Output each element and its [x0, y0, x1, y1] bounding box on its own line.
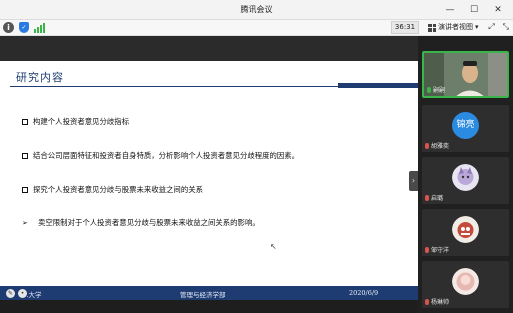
square-bullet-icon: [22, 118, 28, 125]
participant-name: 胡雅奕: [425, 141, 449, 150]
grid-view-icon: [428, 23, 436, 32]
avatar: [452, 216, 479, 243]
bullet-text: 构建个人投资者意见分歧指标: [33, 117, 130, 126]
footer-department: 管理与经济学部: [180, 291, 226, 299]
collapse-panel-handle[interactable]: ›: [409, 171, 418, 191]
arrow-bullet-icon: ➢: [22, 218, 28, 227]
maximize-icon[interactable]: ☐: [463, 2, 485, 18]
participants-panel: 嗣嗣 锦亮 胡雅奕 启璐 邹守洋 杨琳帅: [418, 36, 513, 313]
mic-muted-icon: [425, 142, 429, 149]
window-title: 腾讯会议: [240, 5, 273, 14]
footer-date: 2020/6/9: [349, 289, 379, 297]
slide-title: 研究内容: [16, 71, 64, 84]
shield-icon[interactable]: ✓: [19, 22, 29, 33]
mic-muted-icon: [425, 194, 429, 201]
avatar: 锦亮: [452, 112, 479, 139]
info-icon[interactable]: i: [3, 22, 14, 33]
fullscreen-icon[interactable]: ⤢: [488, 22, 494, 32]
mic-muted-icon: [425, 298, 429, 305]
chevron-down-icon: ▾: [475, 23, 479, 31]
participant-tile[interactable]: 杨琳帅: [422, 261, 509, 308]
exit-fullscreen-icon[interactable]: ⤡: [503, 22, 509, 32]
bullet-item: 构建个人投资者意见分歧指标: [22, 116, 129, 127]
meeting-timer: 36:31: [391, 21, 419, 34]
title-bar: 腾讯会议 — ☐ ✕: [0, 0, 513, 20]
meeting-toolbar: i ✓ 36:31 演讲者视图 ▾ ⤢ ⤡: [0, 20, 513, 36]
slide-footer: …大学 管理与经济学部 2020/6/9: [0, 286, 418, 300]
view-label: 演讲者视图: [438, 23, 473, 31]
participant-video-tile[interactable]: 嗣嗣: [422, 51, 509, 98]
toolbar-left: i ✓: [3, 22, 45, 33]
minimize-icon[interactable]: —: [439, 2, 461, 18]
participant-tile[interactable]: 邹守洋: [422, 209, 509, 256]
avatar: [452, 164, 479, 191]
mic-muted-icon: [425, 246, 429, 253]
signal-icon[interactable]: [34, 22, 45, 33]
shared-slide: 研究内容 构建个人投资者意见分歧指标 结合公司层面特征和投资者自身特质，分析影响…: [0, 36, 418, 300]
meeting-window: 腾讯会议 — ☐ ✕ i ✓ 36:31 演讲者视图 ▾ ⤢ ⤡ 研究内容 构建…: [0, 0, 513, 313]
mouse-cursor-icon: ↖: [270, 242, 277, 251]
square-bullet-icon: [22, 152, 28, 159]
participant-name: 启璐: [425, 193, 443, 202]
avatar: [452, 268, 479, 295]
window-controls: — ☐ ✕: [439, 2, 509, 18]
bullet-text: 卖空限制对于个人投资者意见分歧与股票未来收益之间关系的影响。: [38, 218, 260, 227]
bullet-item: 探究个人投资者意见分歧与股票未来收益之间的关系: [22, 184, 203, 195]
bullet-text: 结合公司层面特征和投资者自身特质，分析影响个人投资者意见分歧程度的因素。: [33, 151, 300, 160]
toolbar-right: ⤢ ⤡: [488, 22, 509, 32]
participant-name: 嗣嗣: [427, 85, 445, 94]
slide-tools: ✎ •: [6, 289, 27, 298]
bullet-item: 结合公司层面特征和投资者自身特质，分析影响个人投资者意见分歧程度的因素。: [22, 150, 299, 161]
pointer-icon[interactable]: •: [18, 289, 27, 298]
slide-top-band: [0, 36, 418, 61]
bullet-item: ➢ 卖空限制对于个人投资者意见分歧与股票未来收益之间关系的影响。: [22, 217, 260, 228]
bullet-text: 探究个人投资者意见分歧与股票未来收益之间的关系: [33, 185, 203, 194]
title-accent-bar: [338, 83, 418, 88]
close-icon[interactable]: ✕: [487, 2, 509, 18]
mic-on-icon: [427, 86, 431, 93]
participant-name: 杨琳帅: [425, 297, 449, 306]
participant-tile[interactable]: 锦亮 胡雅奕: [422, 105, 509, 152]
participant-tile[interactable]: 启璐: [422, 157, 509, 204]
annotate-icon[interactable]: ✎: [6, 289, 15, 298]
participant-name: 邹守洋: [425, 245, 449, 254]
square-bullet-icon: [22, 186, 28, 193]
speaker-view-button[interactable]: 演讲者视图 ▾: [428, 21, 479, 34]
